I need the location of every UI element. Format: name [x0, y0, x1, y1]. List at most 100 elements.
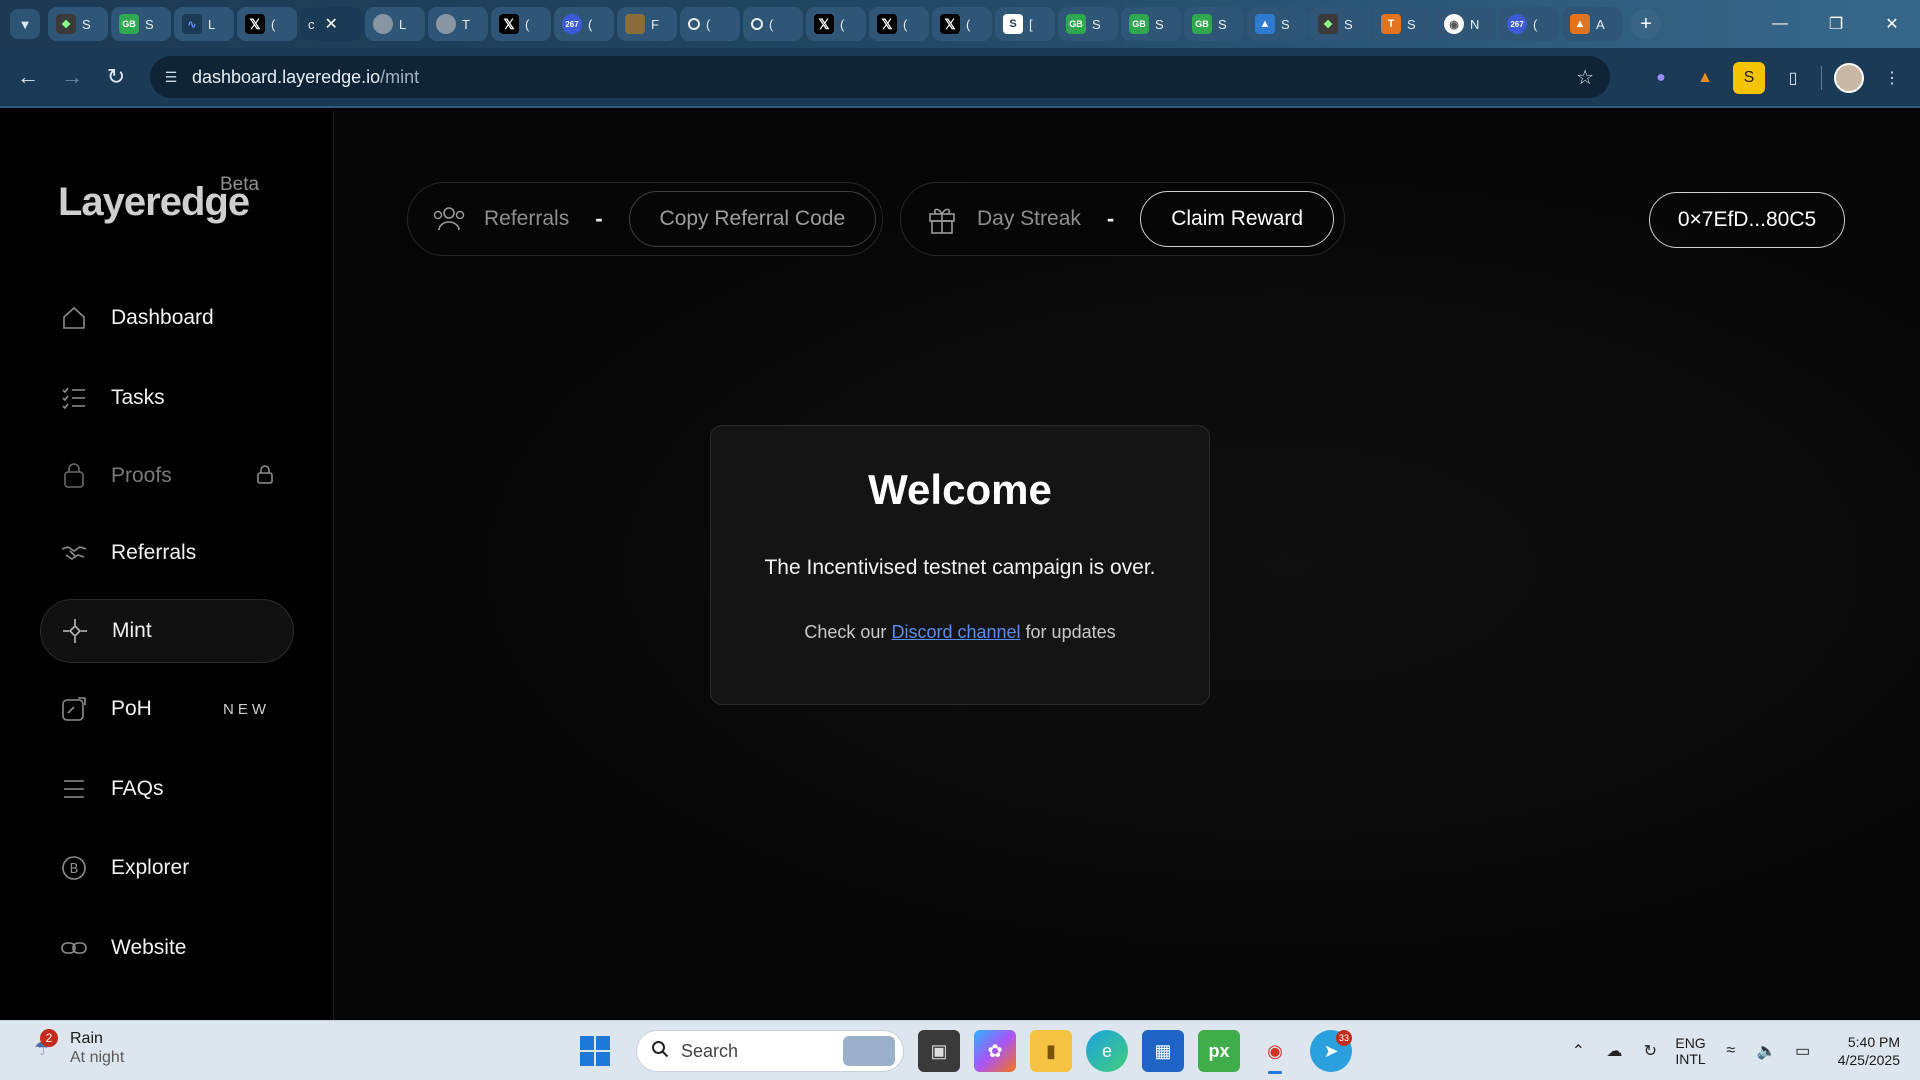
tab[interactable]: GB S [1121, 7, 1181, 41]
tab[interactable]: GB S [1058, 7, 1118, 41]
gecko-icon: ❖ [56, 14, 76, 34]
chrome-taskbar-icon[interactable]: ◉ [1254, 1030, 1296, 1074]
dialog-message: The Incentivised testnet campaign is ove… [764, 556, 1156, 579]
restore-icon[interactable]: ❐ [1808, 0, 1864, 48]
tab[interactable]: GB S [1184, 7, 1244, 41]
search-highlight-image [843, 1036, 895, 1066]
wallet-address-button[interactable]: 0×7EfD...80C5 [1649, 192, 1845, 248]
handshake-icon [60, 539, 88, 567]
puzzle-icon[interactable]: ▯ [1777, 62, 1809, 94]
tab[interactable]: ▲ A [1562, 7, 1622, 41]
tab-list: ❖ S GB S ∿ L 𝕏( c ✕ L T 𝕏( 267( F ( ( 𝕏( 𝕏( … [48, 0, 1625, 48]
tab[interactable]: L [365, 7, 425, 41]
tab[interactable]: 𝕏( [806, 7, 866, 41]
tab[interactable]: ∿ L [174, 7, 234, 41]
x-icon: 𝕏 [245, 14, 265, 34]
clock[interactable]: 5:40 PM 4/25/2025 [1838, 1033, 1900, 1069]
sidebar-item-explorer[interactable]: B Explorer [40, 836, 294, 900]
x-icon: 𝕏 [877, 14, 897, 34]
battery-icon[interactable]: ▭ [1792, 1041, 1814, 1061]
day-streak-label: Day Streak [977, 207, 1081, 230]
tab[interactable]: F [617, 7, 677, 41]
copy-referral-code-button[interactable]: Copy Referral Code [628, 191, 877, 247]
onedrive-icon[interactable]: ☁ [1603, 1041, 1625, 1061]
taskbar-search[interactable]: Search [636, 1030, 904, 1072]
extension-s-icon[interactable]: S [1733, 62, 1765, 94]
window-controls: — ❐ ✕ [1752, 0, 1920, 48]
page: Layeredge Beta Dashboard Tasks Proofs Re… [0, 110, 1920, 1020]
tab[interactable]: ❖ S [48, 7, 108, 41]
tab[interactable]: ▲ S [1247, 7, 1307, 41]
tab[interactable]: 𝕏( [237, 7, 297, 41]
tab[interactable]: GB S [111, 7, 171, 41]
chevron-up-icon[interactable]: ⌃ [1567, 1041, 1589, 1061]
bookmark-star-icon[interactable]: ☆ [1576, 65, 1594, 90]
267-icon: 267 [562, 14, 582, 34]
tab[interactable]: 𝕏( [932, 7, 992, 41]
metamask-icon[interactable]: ▲ [1689, 62, 1721, 94]
taskbar: ☂ 2 Rain At night Search ▣ ✿ ▮ e ▦ px ◉ … [0, 1020, 1920, 1080]
task-view-icon[interactable]: ▣ [918, 1030, 960, 1072]
tab[interactable]: ( [743, 7, 803, 41]
extension-icon[interactable]: ● [1645, 62, 1677, 94]
close-icon[interactable]: ✕ [325, 14, 338, 34]
poh-icon [60, 695, 88, 723]
language-indicator[interactable]: ENG INTL [1675, 1035, 1705, 1067]
tab[interactable]: 267( [1499, 7, 1559, 41]
edge-icon[interactable]: e [1086, 1030, 1128, 1072]
gb-icon: GB [1192, 14, 1212, 34]
circle-icon [688, 18, 700, 30]
new-tab-button[interactable]: + [1631, 9, 1661, 39]
copilot-icon[interactable]: ✿ [974, 1030, 1016, 1072]
reload-icon[interactable]: ↻ [94, 55, 138, 99]
volume-icon[interactable]: 🔈 [1756, 1041, 1778, 1061]
sidebar-item-faqs[interactable]: FAQs [40, 757, 294, 821]
site-info-icon[interactable]: ☰ [150, 69, 192, 86]
streak-panel: Day Streak - Claim Reward [900, 182, 1345, 256]
more-menu-icon[interactable]: ⋮ [1876, 62, 1908, 94]
minimize-icon[interactable]: — [1752, 0, 1808, 48]
tab[interactable]: ❖ S [1310, 7, 1370, 41]
sidebar-item-poh[interactable]: PoH NEW [40, 677, 294, 741]
profile-avatar[interactable] [1834, 63, 1864, 93]
back-icon[interactable]: ← [6, 55, 50, 99]
wifi-icon[interactable]: ≈ [1720, 1042, 1742, 1060]
globe-icon [373, 14, 393, 34]
tab[interactable]: S[ [995, 7, 1055, 41]
address-bar[interactable]: ☰ dashboard.layeredge.io/mint ☆ [150, 56, 1610, 98]
telegram-badge: 33 [1336, 1030, 1352, 1046]
file-explorer-icon[interactable]: ▮ [1030, 1030, 1072, 1072]
search-icon [651, 1040, 669, 1063]
telegram-icon[interactable]: ➤ 33 [1310, 1030, 1352, 1072]
tab[interactable]: T [428, 7, 488, 41]
tab[interactable]: TS [1373, 7, 1433, 41]
s-icon: S [1003, 14, 1023, 34]
url-text[interactable]: dashboard.layeredge.io/mint [192, 67, 419, 88]
rain-icon: ☂ 2 [28, 1029, 58, 1063]
tab[interactable]: 𝕏( [491, 7, 551, 41]
forward-icon[interactable]: → [50, 55, 94, 99]
store-icon[interactable]: ▦ [1142, 1030, 1184, 1072]
target-icon [61, 617, 89, 645]
tab[interactable]: 267( [554, 7, 614, 41]
tab[interactable]: 𝕏( [869, 7, 929, 41]
claim-reward-button[interactable]: Claim Reward [1140, 191, 1335, 247]
windows-start-icon[interactable] [580, 1036, 610, 1066]
sidebar-item-tasks[interactable]: Tasks [40, 366, 294, 430]
close-window-icon[interactable]: ✕ [1864, 0, 1920, 48]
discord-channel-link[interactable]: Discord channel [891, 622, 1020, 642]
tab[interactable]: ◉ N [1436, 7, 1496, 41]
px-app-icon[interactable]: px [1198, 1030, 1240, 1072]
sidebar-item-website[interactable]: Website [40, 916, 294, 980]
sync-icon[interactable]: ↻ [1639, 1041, 1661, 1061]
sidebar-item-referrals[interactable]: Referrals [40, 521, 294, 585]
tab-active[interactable]: c ✕ [300, 7, 362, 41]
tab-search-button[interactable]: ▼ [10, 9, 40, 39]
sidebar-item-mint[interactable]: Mint [40, 599, 294, 663]
sidebar-item-proofs[interactable]: Proofs [40, 444, 294, 508]
weather-widget[interactable]: ☂ 2 Rain At night [28, 1029, 124, 1067]
beta-label: Beta [220, 174, 260, 195]
tab[interactable]: ( [680, 7, 740, 41]
browser-toolbar: ← → ↻ ☰ dashboard.layeredge.io/mint ☆ ● … [0, 48, 1920, 108]
sidebar-item-dashboard[interactable]: Dashboard [40, 286, 294, 350]
